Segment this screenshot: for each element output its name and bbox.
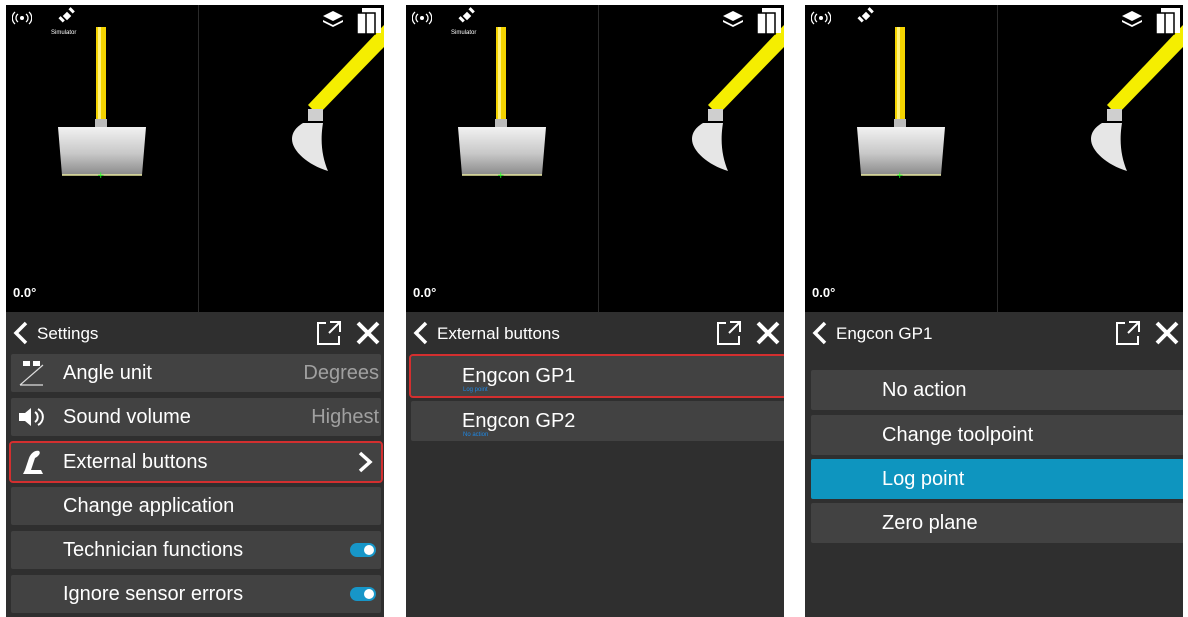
layers-icon[interactable] <box>1121 9 1143 31</box>
angle-readout: 0.0° <box>413 285 437 300</box>
action-log-point[interactable]: Log point <box>811 459 1183 499</box>
svg-text:+: + <box>97 171 105 181</box>
machine-view: + Simulator 0.0° <box>406 5 784 312</box>
action-change-toolpoint[interactable]: Change toolpoint <box>811 415 1183 455</box>
external-buttons-header: External buttons <box>406 312 784 354</box>
close-icon[interactable] <box>1154 320 1180 346</box>
angle-readout: 0.0° <box>812 285 836 300</box>
action-no-action[interactable]: No action <box>811 370 1183 410</box>
simulator-label: Simulator <box>51 30 77 36</box>
setting-external-buttons[interactable]: External buttons <box>9 441 383 483</box>
setting-ignore-sensor-errors[interactable]: Ignore sensor errors <box>11 575 381 613</box>
settings-list: Angle unit Degrees Sound volume Highest … <box>6 354 384 617</box>
setting-label: Ignore sensor errors <box>63 583 244 605</box>
button-label: Engcon GP1 <box>462 365 576 387</box>
action-label: Log point <box>882 468 965 490</box>
angle-unit-icon <box>19 361 44 386</box>
engcon-gp1-header: Engcon GP1 <box>805 312 1183 354</box>
external-buttons-list: Engcon GP1 Log point Engcon GP2 No actio… <box>406 354 784 617</box>
satellite-icon <box>58 7 75 23</box>
external-buttons-screen: + Simulator 0.0° External buttons Engcon… <box>406 5 784 617</box>
simulator-label: Simulator <box>451 30 477 36</box>
action-label: Zero plane <box>882 512 978 534</box>
joystick-icon <box>23 450 43 474</box>
close-icon[interactable] <box>755 320 781 346</box>
close-icon[interactable] <box>355 320 381 346</box>
button-engcon-gp1[interactable]: Engcon GP1 Log point <box>409 354 784 398</box>
button-action-sub: Log point <box>463 387 488 393</box>
action-zero-plane[interactable]: Zero plane <box>811 503 1183 543</box>
wireless-signal-icon <box>811 11 831 25</box>
setting-sound-volume[interactable]: Sound volume Highest <box>11 398 381 436</box>
button-engcon-gp2[interactable]: Engcon GP2 No action <box>411 401 784 441</box>
button-action-sub: No action <box>463 432 489 438</box>
wireless-signal-icon <box>412 11 432 25</box>
setting-change-application[interactable]: Change application <box>11 487 381 525</box>
header-title: Settings <box>37 324 99 343</box>
engcon-gp1-screen: + 0.0° Engcon GP1 No action Change toolp… <box>805 5 1183 617</box>
settings-header: Settings <box>6 312 384 354</box>
bucket-front-and-side-view: + <box>58 25 384 181</box>
setting-technician-functions[interactable]: Technician functions <box>11 531 381 569</box>
bucket-front-and-side-view: + <box>458 25 784 181</box>
settings-screen: + Simulator 0.0° Settings Angle unit Deg… <box>6 5 384 617</box>
button-label: Engcon GP2 <box>462 410 576 432</box>
back-chevron-icon[interactable] <box>410 320 432 346</box>
popout-icon[interactable] <box>716 320 742 346</box>
layers-icon[interactable] <box>322 9 344 31</box>
setting-angle-unit[interactable]: Angle unit Degrees <box>11 354 381 392</box>
svg-text:+: + <box>896 171 904 181</box>
setting-value: Highest <box>311 406 379 428</box>
speaker-icon <box>19 408 44 426</box>
setting-label: Change application <box>63 495 235 517</box>
ignore-errors-toggle[interactable] <box>350 587 376 601</box>
layers-icon[interactable] <box>722 9 744 31</box>
wireless-signal-icon <box>12 11 32 25</box>
setting-label: Sound volume <box>63 406 191 428</box>
bucket-front-and-side-view: + <box>857 25 1183 181</box>
layout-icon[interactable] <box>356 7 382 35</box>
popout-icon[interactable] <box>1115 320 1141 346</box>
action-label: Change toolpoint <box>882 424 1034 446</box>
setting-label: External buttons <box>63 451 208 473</box>
popout-icon[interactable] <box>316 320 342 346</box>
header-title: Engcon GP1 <box>836 324 933 343</box>
action-list: No action Change toolpoint Log point Zer… <box>805 354 1183 617</box>
satellite-icon <box>857 7 874 23</box>
svg-text:+: + <box>497 171 505 181</box>
machine-view: + Simulator 0.0° <box>6 5 384 312</box>
setting-label: Technician functions <box>63 539 244 561</box>
machine-view: + 0.0° <box>805 5 1183 312</box>
back-chevron-icon[interactable] <box>809 320 831 346</box>
header-title: External buttons <box>437 324 560 343</box>
action-label: No action <box>882 379 967 401</box>
setting-value: Degrees <box>303 362 379 384</box>
angle-readout: 0.0° <box>13 285 37 300</box>
layout-icon[interactable] <box>756 7 782 35</box>
chevron-right-icon <box>358 451 373 473</box>
layout-icon[interactable] <box>1155 7 1181 35</box>
setting-label: Angle unit <box>63 362 152 384</box>
technician-toggle[interactable] <box>350 543 376 557</box>
satellite-icon <box>458 7 475 23</box>
back-chevron-icon[interactable] <box>10 320 32 346</box>
